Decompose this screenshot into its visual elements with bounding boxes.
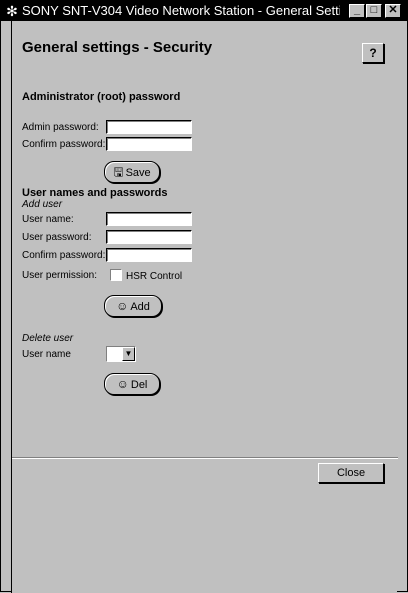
- del-button-label: Del: [130, 379, 148, 391]
- delete-user-select[interactable]: ▼: [106, 346, 136, 362]
- admin-section-title: Administrator (root) password: [22, 91, 181, 103]
- admin-confirm-password-field[interactable]: [106, 137, 192, 151]
- add-user-button[interactable]: ☺ Add: [104, 295, 162, 317]
- add-button-label: Add: [130, 301, 150, 313]
- delete-user-label: Delete user: [22, 333, 74, 344]
- user-password-label: User password:: [22, 232, 92, 243]
- minimize-button[interactable]: _: [349, 4, 365, 18]
- user-add-icon: ☺: [116, 299, 129, 313]
- settings-window: ✻ SONY SNT-V304 Video Network Station - …: [0, 0, 408, 593]
- network-icon: ✻: [6, 3, 18, 19]
- page-title: General settings - Security: [22, 39, 213, 56]
- user-password-field[interactable]: [106, 230, 192, 244]
- user-delete-icon: ☺: [116, 377, 129, 391]
- user-confirm-password-label: Confirm password:: [22, 250, 106, 261]
- content-pane: General settings - Security ? Administra…: [11, 21, 398, 593]
- hsr-control-label: HSR Control: [126, 271, 183, 282]
- window-title: SONY SNT-V304 Video Network Station - Ge…: [22, 3, 340, 18]
- user-confirm-password-field[interactable]: [106, 248, 192, 262]
- admin-password-label: Admin password:: [22, 122, 99, 133]
- help-button[interactable]: ?: [362, 43, 384, 63]
- footer-divider: [12, 457, 398, 459]
- close-window-button[interactable]: ✕: [385, 4, 401, 18]
- add-user-label: Add user: [22, 199, 63, 210]
- hsr-control-checkbox[interactable]: [110, 269, 122, 281]
- delete-user-button[interactable]: ☺ Del: [104, 373, 160, 395]
- admin-password-field[interactable]: [106, 120, 192, 134]
- save-button[interactable]: 🖫 Save: [104, 161, 160, 183]
- users-section-title: User names and passwords: [22, 187, 168, 199]
- delete-user-name-label: User name: [22, 349, 71, 360]
- admin-confirm-password-label: Confirm password:: [22, 139, 106, 150]
- close-button[interactable]: Close: [318, 463, 384, 483]
- user-name-label: User name:: [22, 214, 74, 225]
- user-name-field[interactable]: [106, 212, 192, 226]
- floppy-disk-icon: 🖫: [113, 165, 124, 179]
- chevron-down-icon[interactable]: ▼: [122, 347, 135, 361]
- title-bar[interactable]: ✻ SONY SNT-V304 Video Network Station - …: [1, 1, 407, 21]
- user-permission-label: User permission:: [22, 270, 98, 281]
- save-button-label: Save: [125, 167, 151, 179]
- maximize-button[interactable]: □: [366, 4, 382, 18]
